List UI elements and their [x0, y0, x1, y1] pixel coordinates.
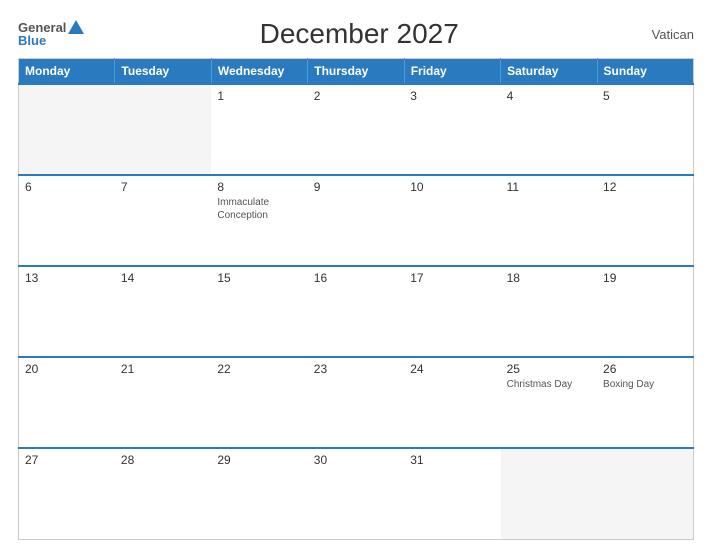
day-number: 13: [25, 271, 109, 285]
day-number: 17: [410, 271, 494, 285]
calendar-cell: 7: [115, 175, 211, 266]
col-friday: Friday: [404, 59, 500, 85]
calendar-cell: 3: [404, 84, 500, 175]
day-number: 15: [217, 271, 301, 285]
calendar-cell: 2: [308, 84, 404, 175]
calendar-cell: 6: [19, 175, 115, 266]
calendar-row: 678 Immaculate Conception 9 10 11 12: [19, 175, 694, 266]
header: General Blue December 2027 Vatican: [18, 18, 694, 50]
calendar-cell: [115, 84, 211, 175]
day-number: 21: [121, 362, 205, 376]
calendar-cell: 29: [211, 448, 307, 539]
day-number: 10: [410, 180, 494, 194]
calendar-cell: 11: [501, 175, 597, 266]
day-number: 2: [314, 89, 398, 103]
col-monday: Monday: [19, 59, 115, 85]
day-number: 12: [603, 180, 687, 194]
col-thursday: Thursday: [308, 59, 404, 85]
calendar-cell: 9: [308, 175, 404, 266]
day-number: 22: [217, 362, 301, 376]
day-number: 5: [603, 89, 687, 103]
day-number: 14: [121, 271, 205, 285]
calendar-cell: 5: [597, 84, 693, 175]
day-number: 24: [410, 362, 494, 376]
logo-blue-text: Blue: [18, 34, 46, 47]
day-number: 31: [410, 453, 494, 467]
calendar-title: December 2027: [84, 18, 634, 50]
day-number: 26: [603, 362, 687, 376]
holiday-label: Boxing Day: [603, 378, 687, 391]
day-number: 20: [25, 362, 109, 376]
day-number: 29: [217, 453, 301, 467]
calendar-cell: 26 Boxing Day: [597, 357, 693, 448]
calendar-cell: 19: [597, 266, 693, 357]
col-saturday: Saturday: [501, 59, 597, 85]
country-label: Vatican: [634, 27, 694, 42]
calendar-cell: [597, 448, 693, 539]
calendar-cell: 24: [404, 357, 500, 448]
calendar-cell: 17: [404, 266, 500, 357]
day-number: 1: [217, 89, 301, 103]
holiday-label: Christmas Day: [507, 378, 591, 391]
calendar-cell: 28: [115, 448, 211, 539]
day-number: 28: [121, 453, 205, 467]
day-number: 25: [507, 362, 591, 376]
day-number: 6: [25, 180, 109, 194]
day-number: 11: [507, 180, 591, 194]
col-sunday: Sunday: [597, 59, 693, 85]
calendar-cell: 10: [404, 175, 500, 266]
day-number: 7: [121, 180, 205, 194]
calendar-cell: 14: [115, 266, 211, 357]
day-number: 18: [507, 271, 591, 285]
calendar-row: 12345: [19, 84, 694, 175]
calendar-cell: 27: [19, 448, 115, 539]
calendar-cell: 25 Christmas Day: [501, 357, 597, 448]
calendar-cell: 8 Immaculate Conception: [211, 175, 307, 266]
calendar-cell: 22: [211, 357, 307, 448]
day-number: 4: [507, 89, 591, 103]
calendar-row: 13 14 15 16 17 18 19: [19, 266, 694, 357]
day-number: 19: [603, 271, 687, 285]
calendar-cell: 13: [19, 266, 115, 357]
day-number: 30: [314, 453, 398, 467]
calendar-cell: 18: [501, 266, 597, 357]
logo-triangle-icon: [68, 20, 84, 34]
day-number: 8: [217, 180, 301, 194]
calendar-cell: [501, 448, 597, 539]
calendar-cell: 30: [308, 448, 404, 539]
day-number: 27: [25, 453, 109, 467]
day-number: 9: [314, 180, 398, 194]
calendar-cell: 12: [597, 175, 693, 266]
holiday-label: Immaculate Conception: [217, 196, 301, 222]
calendar-row: 27 28 29 30 31: [19, 448, 694, 539]
logo: General Blue: [18, 21, 84, 47]
calendar-cell: 16: [308, 266, 404, 357]
page: General Blue December 2027 Vatican Monda…: [0, 0, 712, 550]
day-number: 16: [314, 271, 398, 285]
day-number: 23: [314, 362, 398, 376]
calendar-cell: 23: [308, 357, 404, 448]
calendar-table: Monday Tuesday Wednesday Thursday Friday…: [18, 58, 694, 540]
calendar-header-row: Monday Tuesday Wednesday Thursday Friday…: [19, 59, 694, 85]
calendar-cell: 15: [211, 266, 307, 357]
calendar-cell: 20: [19, 357, 115, 448]
calendar-cell: 4: [501, 84, 597, 175]
day-number: 3: [410, 89, 494, 103]
calendar-cell: 21: [115, 357, 211, 448]
col-tuesday: Tuesday: [115, 59, 211, 85]
calendar-cell: [19, 84, 115, 175]
col-wednesday: Wednesday: [211, 59, 307, 85]
calendar-cell: 1: [211, 84, 307, 175]
calendar-cell: 31: [404, 448, 500, 539]
calendar-row: 20 21 22 23 24 25 Christmas Day 26 Boxing Day: [19, 357, 694, 448]
